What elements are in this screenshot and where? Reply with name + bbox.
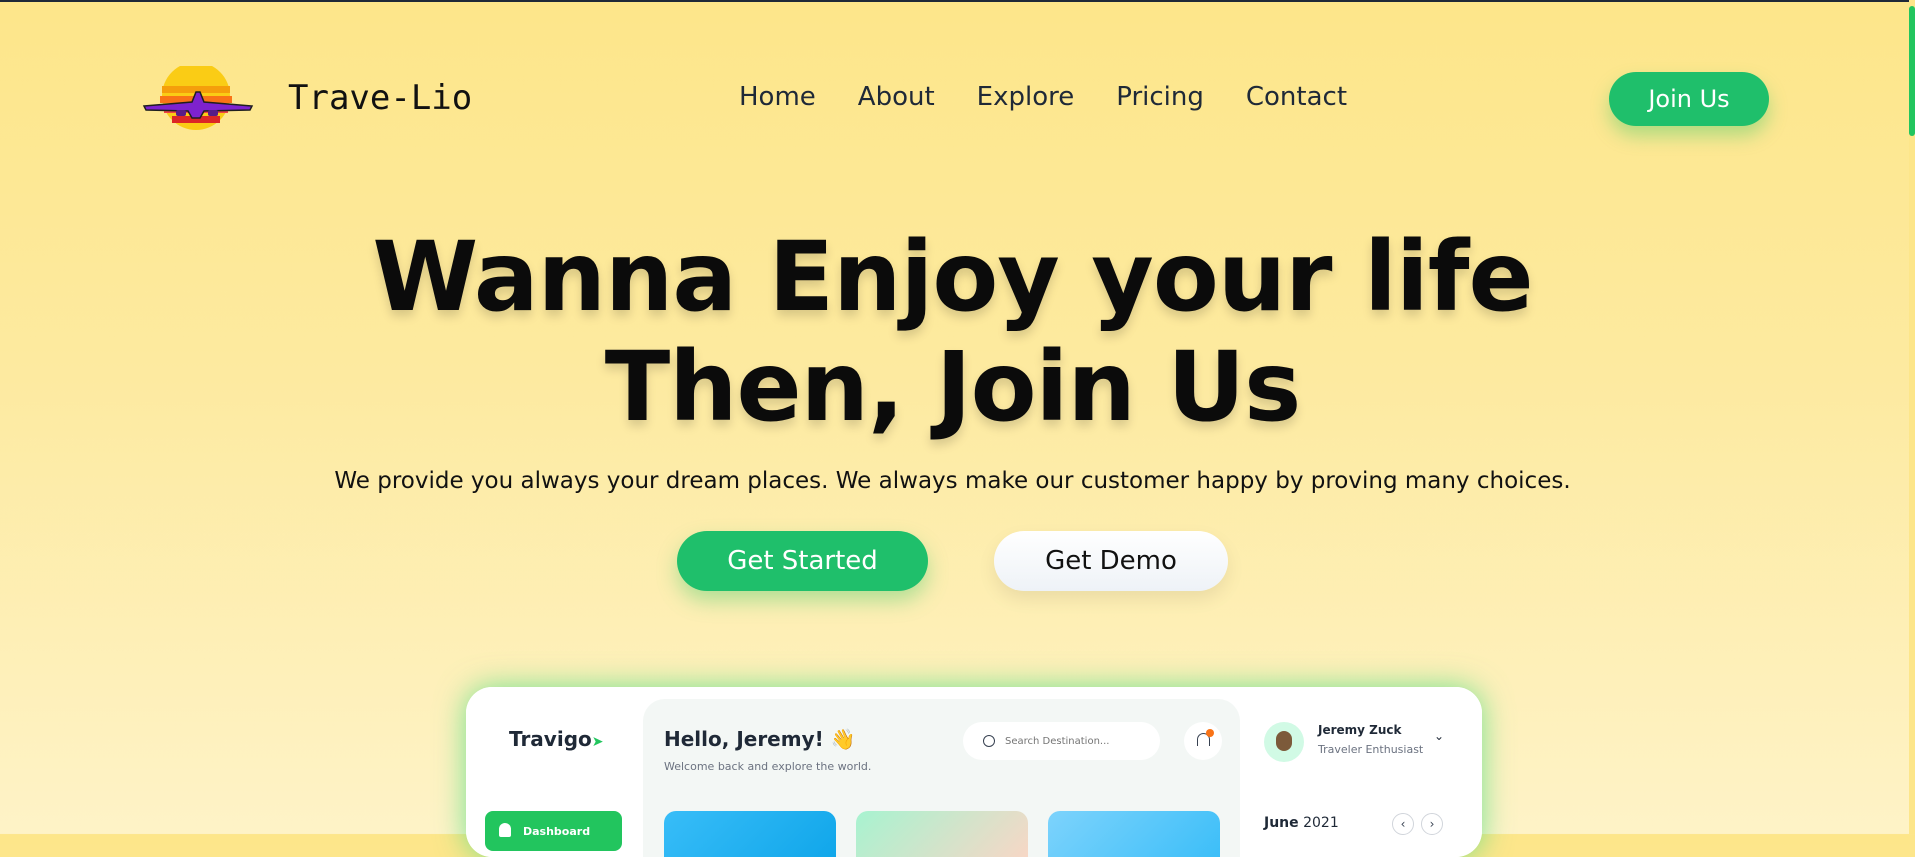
destination-card[interactable]	[856, 811, 1028, 857]
user-name: Jeremy Zuck	[1318, 723, 1402, 737]
scrollbar-track[interactable]	[1909, 0, 1915, 834]
sidebar-item-dashboard[interactable]: Dashboard	[485, 811, 622, 851]
airplane-sunset-logo[interactable]	[142, 66, 254, 130]
send-icon: ➤	[591, 734, 604, 750]
top-border	[0, 0, 1915, 2]
dashboard-profile-panel: Jeremy Zuck Traveler Enthusiast ⌄ June 2…	[1242, 687, 1482, 857]
hero-title-line-1: Wanna Enjoy your life	[372, 221, 1533, 333]
dashboard-sidebar: Travigo➤ Dashboard	[466, 687, 642, 857]
search-icon	[983, 735, 995, 747]
chevron-left-icon[interactable]: ‹	[1392, 813, 1414, 835]
calendar-month-name: June	[1264, 815, 1299, 831]
main-nav: Home About Explore Pricing Contact	[739, 82, 1347, 112]
get-demo-button[interactable]: Get Demo	[994, 531, 1228, 591]
hero-subtitle: We provide you always your dream places.…	[334, 468, 1571, 494]
hero-title-line-2: Then, Join Us	[604, 331, 1302, 443]
user-role: Traveler Enthusiast	[1318, 743, 1424, 756]
nav-about[interactable]: About	[858, 82, 935, 112]
nav-pricing[interactable]: Pricing	[1116, 82, 1204, 112]
chevron-right-icon[interactable]: ›	[1421, 813, 1443, 835]
dashboard-main: Hello, Jeremy! 👋 Welcome back and explor…	[643, 699, 1240, 857]
dashboard-preview: Travigo➤ Dashboard Hello, Jeremy! 👋 Welc…	[466, 687, 1482, 857]
notification-badge	[1206, 729, 1214, 737]
avatar-face	[1276, 731, 1292, 751]
avatar[interactable]	[1264, 722, 1304, 762]
scrollbar-thumb[interactable]	[1909, 6, 1915, 136]
nav-home[interactable]: Home	[739, 82, 816, 112]
dashboard-greeting: Hello, Jeremy! 👋	[664, 727, 856, 751]
hero-title: Wanna Enjoy your life Then, Join Us	[0, 222, 1905, 442]
destination-card[interactable]	[1048, 811, 1220, 857]
chevron-down-icon[interactable]: ⌄	[1434, 729, 1444, 743]
notification-button[interactable]	[1184, 722, 1222, 760]
nav-contact[interactable]: Contact	[1246, 82, 1347, 112]
dashboard-brand-text: Travigo	[509, 727, 592, 751]
dashboard-brand: Travigo➤	[509, 727, 604, 751]
sidebar-item-label: Dashboard	[523, 824, 591, 838]
join-us-button[interactable]: Join Us	[1609, 72, 1769, 126]
dashboard-welcome: Welcome back and explore the world.	[664, 760, 872, 773]
get-started-button[interactable]: Get Started	[677, 531, 928, 591]
destination-card[interactable]	[664, 811, 836, 857]
calendar-year: 2021	[1303, 815, 1339, 831]
home-icon	[499, 823, 511, 837]
calendar-month: June 2021	[1264, 815, 1339, 831]
nav-explore[interactable]: Explore	[977, 82, 1075, 112]
brand-name[interactable]: Trave-Lio	[288, 78, 472, 118]
